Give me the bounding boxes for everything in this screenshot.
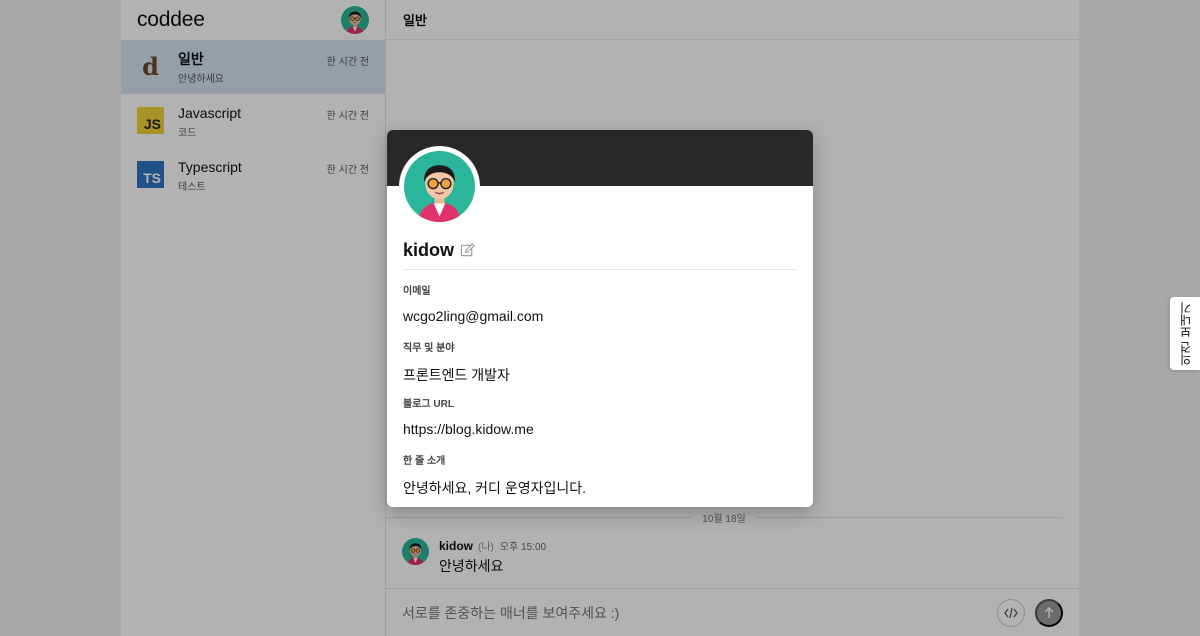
profile-field-blog: 블로그 URL https://blog.kidow.me — [403, 395, 534, 437]
feedback-button[interactable]: 의견 보내기 — [1170, 297, 1200, 370]
field-label: 블로그 URL — [403, 399, 454, 410]
field-label: 이메일 — [403, 286, 431, 297]
field-label: 직무 및 분야 — [403, 343, 455, 354]
field-label: 한 줄 소개 — [403, 456, 446, 467]
profile-field-bio: 한 줄 소개 안녕하세요, 커디 운영자입니다. — [403, 452, 586, 498]
profile-field-job: 직무 및 분야 프론트엔드 개발자 — [403, 339, 510, 385]
feedback-label: 의견 보내기 — [1178, 301, 1193, 366]
field-value: 안녕하세요, 커디 운영자입니다. — [403, 480, 586, 496]
field-value: 프론트엔드 개발자 — [403, 367, 510, 383]
field-value: wcgo2ling@gmail.com — [403, 308, 544, 324]
field-value[interactable]: https://blog.kidow.me — [403, 421, 534, 437]
edit-icon[interactable] — [460, 243, 475, 258]
profile-name: kidow — [403, 240, 455, 260]
profile-name-row: kidow — [403, 240, 797, 270]
profile-field-email: 이메일 wcgo2ling@gmail.com — [403, 282, 543, 324]
profile-modal: kidow 이메일 wcgo2ling@gmail.com 직무 및 분야 프론… — [387, 130, 813, 507]
profile-avatar — [399, 146, 480, 227]
